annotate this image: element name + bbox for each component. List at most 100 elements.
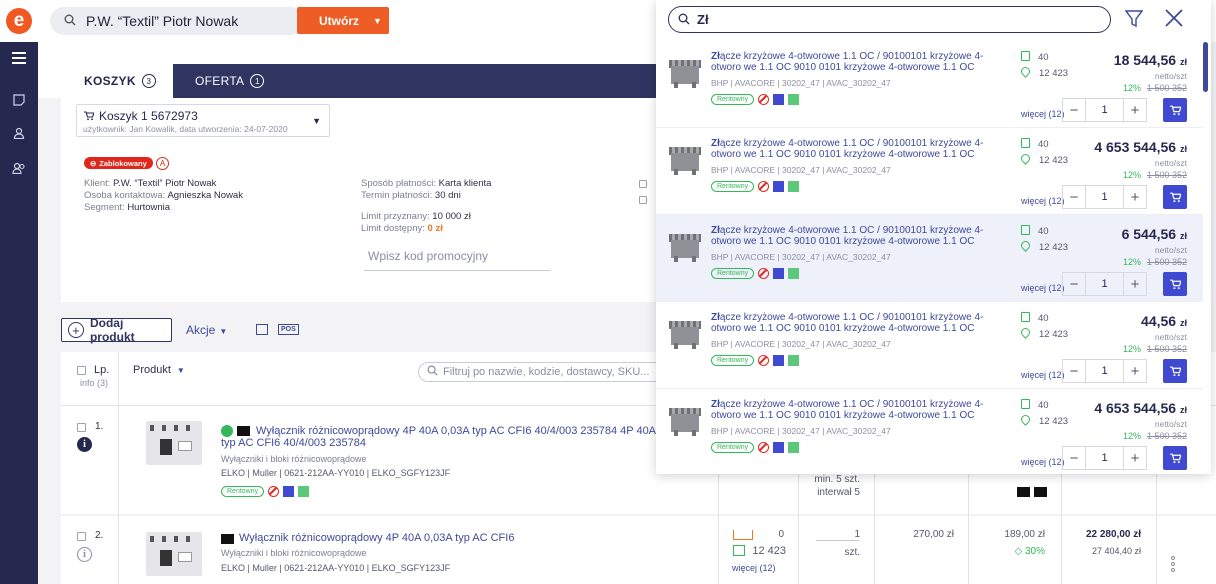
search-result-item[interactable]: Złącze krzyżowe 4-otworowe 1.1 OC / 9010… <box>656 301 1203 388</box>
select-all-checkbox[interactable] <box>77 366 86 375</box>
decrease-button[interactable]: − <box>1063 186 1085 208</box>
search-icon <box>427 363 438 381</box>
table-view-icon[interactable] <box>256 324 268 335</box>
search-icon <box>678 7 690 32</box>
pos-button[interactable]: POS <box>278 324 299 335</box>
more-stock-link[interactable]: więcej (12) <box>1021 196 1065 206</box>
product-image[interactable] <box>667 56 703 90</box>
decrease-button[interactable]: − <box>1063 99 1085 121</box>
add-to-cart-button[interactable] <box>1163 359 1187 383</box>
close-icon[interactable] <box>1164 8 1184 28</box>
qty-input[interactable]: 1 <box>816 529 860 541</box>
row-number: 1. <box>95 421 104 432</box>
note-icon[interactable] <box>0 89 38 111</box>
payment-value: Karta klienta <box>438 178 492 189</box>
product-name[interactable]: Wyłącznik różnicowoprądowy 4P 40A 0,03A … <box>256 425 656 437</box>
product-image[interactable] <box>667 404 703 438</box>
result-title[interactable]: Złącze krzyżowe 4-otworowe 1.1 OC / 9010… <box>711 399 1006 421</box>
result-title[interactable]: Złącze krzyżowe 4-otworowe 1.1 OC / 9010… <box>711 225 1006 247</box>
user-icon[interactable] <box>0 122 38 144</box>
increase-button[interactable]: + <box>1124 186 1146 208</box>
blue-flag-icon <box>773 355 785 366</box>
search-result-item[interactable]: Złącze krzyżowe 4-otworowe 1.1 OC / 9010… <box>656 214 1203 301</box>
create-button[interactable]: Utwórz ▼ <box>297 7 389 34</box>
search-result-item[interactable]: Złącze krzyżowe 4-otworowe 1.1 OC / 9010… <box>656 127 1203 214</box>
tab-koszyk[interactable]: KOSZYK 3 <box>61 64 173 98</box>
tab-oferta[interactable]: OFERTA 1 <box>195 64 265 98</box>
profitable-tag: Rentowny <box>221 486 265 497</box>
quantity-stepper[interactable]: − 1 + <box>1062 446 1147 470</box>
row-menu-icon[interactable] <box>1171 556 1175 574</box>
more-stock-link[interactable]: więcej (12) <box>1021 457 1065 467</box>
quantity-input[interactable]: 1 <box>1085 186 1124 208</box>
quantity-stepper[interactable]: − 1 + <box>1062 272 1147 296</box>
decrease-button[interactable]: − <box>1063 360 1085 382</box>
increase-button[interactable]: + <box>1124 273 1146 295</box>
quantity-stepper[interactable]: − 1 + <box>1062 185 1147 209</box>
decrease-button[interactable]: − <box>1063 447 1085 469</box>
quantity-stepper[interactable]: − 1 + <box>1062 359 1147 383</box>
info-icon[interactable]: i <box>77 547 92 562</box>
customer-search-input[interactable]: P.W. “Textil” Piotr Nowak <box>50 7 304 35</box>
table-filter-input[interactable]: Filtruj po nazwie, kodzie, dostawcy, SKU… <box>418 362 668 382</box>
more-stock-link[interactable]: więcej (12) <box>1021 283 1065 293</box>
cart-select[interactable]: Koszyk 1 5672973 użytkownik: Jan Kowalik… <box>76 104 330 137</box>
users-icon[interactable] <box>0 157 38 179</box>
row-total-gross: 27 404,40 zł <box>1091 546 1141 556</box>
result-discount: 12% 1 500 352 <box>1122 170 1187 180</box>
product-image[interactable] <box>667 230 703 264</box>
result-price: 44,56 zł <box>1141 313 1187 329</box>
add-to-cart-button[interactable] <box>1163 98 1187 122</box>
actions-menu[interactable]: Akcje ▼ <box>186 323 227 337</box>
stock-total: 12 423 <box>1019 413 1068 427</box>
option-checkbox[interactable] <box>639 180 647 188</box>
increase-button[interactable]: + <box>1124 360 1146 382</box>
more-stock-link[interactable]: więcej (12) <box>1021 109 1065 119</box>
search-result-item[interactable]: Złącze krzyżowe 4-otworowe 1.1 OC / 9010… <box>656 388 1203 475</box>
product-image[interactable] <box>667 143 703 177</box>
add-to-cart-button[interactable] <box>1163 185 1187 209</box>
add-product-button[interactable]: + Dodaj produkt <box>61 316 172 344</box>
result-codes: BHP | AVACORE | 30202_47 | AVAC_30202_47 <box>711 252 891 262</box>
result-title[interactable]: Złącze krzyżowe 4-otworowe 1.1 OC / 9010… <box>711 51 1006 73</box>
quantity-input[interactable]: 1 <box>1085 99 1124 121</box>
decrease-button[interactable]: − <box>1063 273 1085 295</box>
filter-icon[interactable] <box>1124 10 1144 28</box>
cart-icon <box>1170 105 1181 116</box>
option-checkbox[interactable] <box>639 196 647 204</box>
info-header: info (3) <box>80 378 109 388</box>
result-title[interactable]: Złącze krzyżowe 4-otworowe 1.1 OC / 9010… <box>711 312 1006 334</box>
result-title[interactable]: Złącze krzyżowe 4-otworowe 1.1 OC / 9010… <box>711 138 1006 160</box>
menu-icon[interactable] <box>0 47 38 69</box>
profitable-tag: Rentowny <box>711 355 755 366</box>
contact-line: Osoba kontaktowa: Agnieszka Nowak <box>84 190 243 201</box>
quantity-input[interactable]: 1 <box>1085 360 1124 382</box>
increase-button[interactable]: + <box>1124 447 1146 469</box>
quantity-input[interactable]: 1 <box>1085 273 1124 295</box>
search-result-item[interactable]: Złącze krzyżowe 4-otworowe 1.1 OC / 9010… <box>656 40 1203 127</box>
info-icon[interactable]: i <box>77 437 92 452</box>
more-stock-link[interactable]: więcej (12) <box>732 563 778 573</box>
promo-code-input[interactable]: Wpisz kod promocyjny <box>364 243 551 271</box>
warehouse-icon <box>1021 138 1030 148</box>
add-to-cart-button[interactable] <box>1163 446 1187 470</box>
product-name-cont[interactable]: typ AC CFI6 40/4/003 235784 <box>221 437 366 449</box>
product-image[interactable] <box>136 407 212 477</box>
add-to-cart-button[interactable] <box>1163 272 1187 296</box>
row-checkbox[interactable] <box>77 532 86 541</box>
logo-box: e <box>0 0 38 42</box>
quantity-input[interactable]: 1 <box>1085 447 1124 469</box>
row-checkbox[interactable] <box>77 423 86 432</box>
product-image[interactable] <box>667 317 703 351</box>
quantity-stepper[interactable]: − 1 + <box>1062 98 1147 122</box>
logo[interactable]: e <box>6 8 32 34</box>
product-header[interactable]: Produkt ▼ <box>133 364 185 376</box>
product-name[interactable]: Wyłącznik różnicowoprądowy 4P 40A 0,03A … <box>239 532 514 544</box>
scrollbar[interactable] <box>1203 42 1208 92</box>
more-stock-link[interactable]: więcej (12) <box>1021 370 1065 380</box>
product-search-input[interactable]: Zł <box>668 6 1111 33</box>
stock-local: 40 <box>1021 51 1049 63</box>
product-image[interactable] <box>136 518 212 584</box>
client-label: Klient: <box>84 178 111 189</box>
increase-button[interactable]: + <box>1124 99 1146 121</box>
